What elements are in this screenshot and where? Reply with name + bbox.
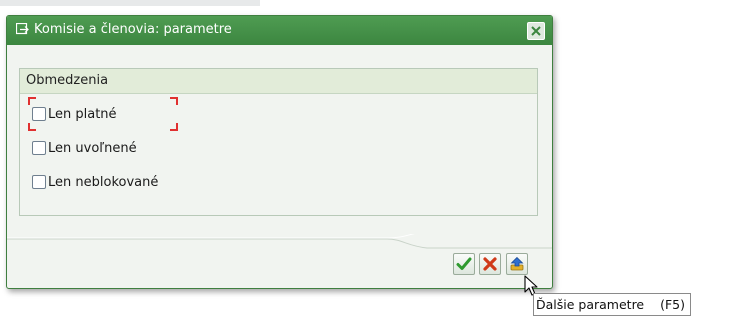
cancel-button[interactable] xyxy=(479,253,501,275)
group-header: Obmedzenia xyxy=(20,69,537,94)
checkbox[interactable] xyxy=(32,175,46,189)
check-icon xyxy=(456,257,472,270)
window-icon xyxy=(16,23,29,35)
option-len-neblokovane[interactable]: Len neblokované xyxy=(32,173,158,191)
background-window-fragment xyxy=(0,0,260,6)
focus-corner xyxy=(170,97,178,105)
ok-button[interactable] xyxy=(453,253,475,275)
cancel-icon xyxy=(483,257,497,271)
focus-corner xyxy=(28,97,36,105)
dialog-title-bar[interactable]: Komisie a členovia: parametre xyxy=(7,16,552,45)
parameters-dialog: Komisie a členovia: parametre Obmedzenia… xyxy=(6,15,553,289)
focus-corner xyxy=(28,123,36,131)
close-button[interactable] xyxy=(527,22,545,40)
option-len-uvolnene[interactable]: Len uvoľnené xyxy=(32,139,137,157)
focus-corner xyxy=(170,123,178,131)
tooltip: Ďalšie parametre (F5) xyxy=(533,293,692,316)
close-icon xyxy=(531,26,541,36)
more-parameters-button[interactable] xyxy=(506,253,528,275)
option-label: Len uvoľnené xyxy=(48,140,137,156)
tooltip-shortcut: (F5) xyxy=(660,297,686,312)
tooltip-text: Ďalšie parametre xyxy=(536,297,645,312)
option-label: Len platné xyxy=(48,106,117,122)
checkbox[interactable] xyxy=(32,107,46,121)
option-label: Len neblokované xyxy=(48,174,159,190)
checkbox[interactable] xyxy=(32,141,46,155)
dialog-title: Komisie a členovia: parametre xyxy=(34,22,232,37)
restrictions-group: Obmedzenia Len platné Len uvoľnené Len n… xyxy=(19,68,538,216)
more-params-icon xyxy=(510,256,524,271)
option-len-platne[interactable]: Len platné xyxy=(32,105,117,123)
